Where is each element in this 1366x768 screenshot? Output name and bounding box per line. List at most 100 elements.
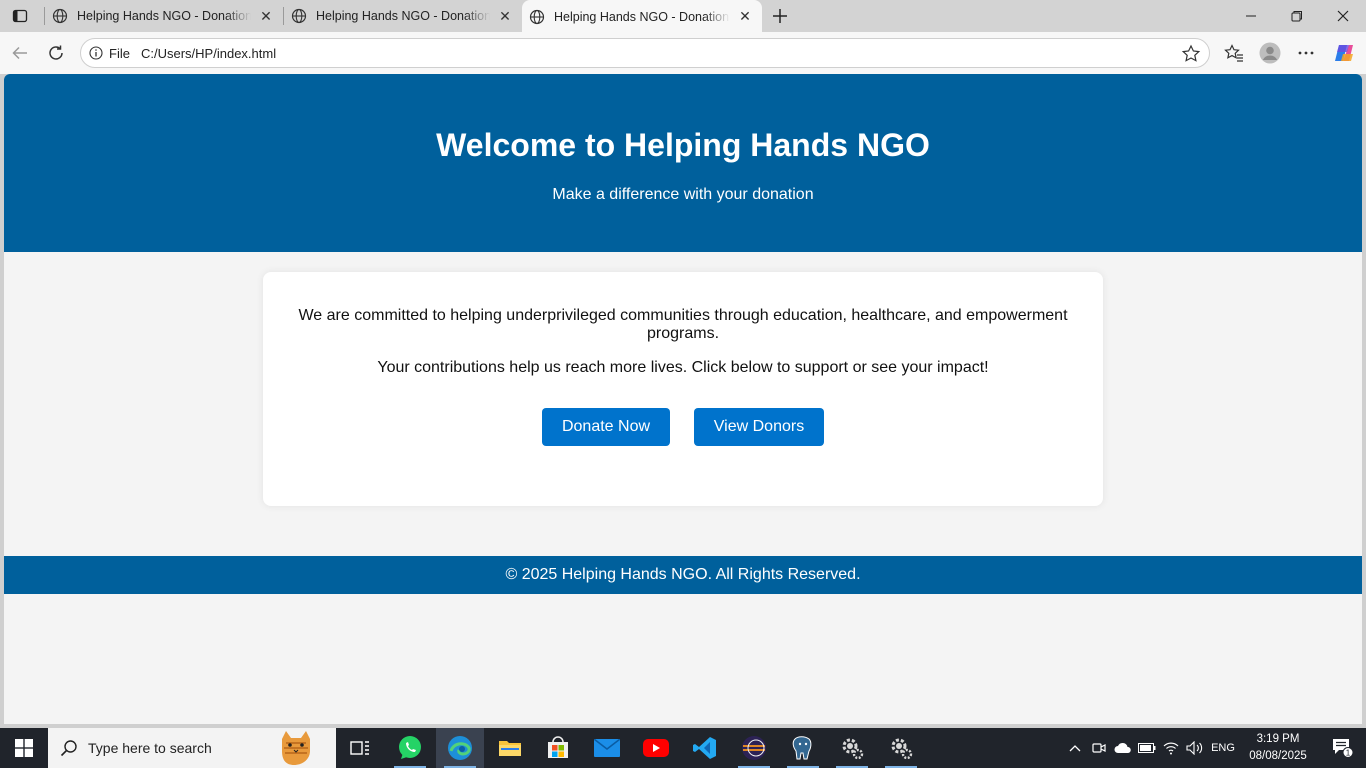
- search-placeholder: Type here to search: [88, 740, 212, 756]
- speaker-icon: [1186, 741, 1203, 755]
- site-header: Welcome to Helping Hands NGO Make a diff…: [4, 74, 1362, 252]
- tab-3-active[interactable]: Helping Hands NGO - Donation P ✕: [522, 0, 762, 33]
- vscode-icon: [693, 737, 716, 759]
- globe-icon: [291, 8, 307, 24]
- close-window-button[interactable]: [1320, 0, 1366, 32]
- notification-center-button[interactable]: 1: [1320, 728, 1366, 768]
- system-clock[interactable]: 3:19 PM 08/08/2025: [1240, 731, 1316, 765]
- windows-logo-icon: [15, 739, 33, 757]
- tab-actions-button[interactable]: [6, 4, 34, 28]
- whatsapp-taskbar-button[interactable]: [386, 728, 434, 768]
- mail-taskbar-button[interactable]: [583, 728, 631, 768]
- close-icon: [1337, 10, 1349, 22]
- scheme-label: File: [109, 46, 130, 61]
- vscode-taskbar-button[interactable]: [681, 728, 729, 768]
- taskbar-search-box[interactable]: Type here to search: [48, 728, 336, 768]
- volume-tray-button[interactable]: [1184, 728, 1206, 768]
- minimize-icon: [1246, 15, 1256, 17]
- plus-icon: [773, 9, 787, 23]
- notification-count: 1: [1346, 749, 1351, 758]
- microsoft-store-taskbar-button[interactable]: [534, 728, 582, 768]
- postgresql-elephant-icon: [792, 736, 812, 760]
- close-tab-icon[interactable]: ✕: [496, 7, 514, 25]
- url-text[interactable]: C:/Users/HP/index.html: [141, 46, 276, 61]
- avatar-icon: [1259, 42, 1281, 64]
- cta-paragraph: Your contributions help us reach more li…: [377, 359, 989, 376]
- minimize-button[interactable]: [1228, 0, 1274, 32]
- settings-more-button[interactable]: [1292, 39, 1320, 67]
- meet-now-tray-button[interactable]: [1088, 728, 1110, 768]
- task-view-button[interactable]: [336, 728, 384, 768]
- cloud-icon: [1114, 742, 1131, 753]
- folder-icon: [499, 741, 521, 756]
- mail-icon: [594, 739, 620, 757]
- gear-icon: [842, 738, 864, 760]
- globe-icon: [529, 9, 545, 24]
- tab-title: Helping Hands NGO - Donation P: [316, 9, 490, 23]
- edge-taskbar-button[interactable]: [436, 728, 484, 768]
- onedrive-tray-button[interactable]: [1112, 728, 1134, 768]
- gear-icon: [891, 738, 913, 760]
- eclipse-taskbar-button[interactable]: [730, 728, 778, 768]
- navigation-bar: File C:/Users/HP/index.html: [0, 32, 1366, 74]
- close-tab-icon[interactable]: ✕: [736, 8, 754, 26]
- tab-title: Helping Hands NGO - Donation P: [554, 9, 730, 24]
- globe-icon: [52, 8, 68, 24]
- favorites-button[interactable]: [1220, 39, 1248, 67]
- site-footer: © 2025 Helping Hands NGO. All Rights Res…: [4, 556, 1362, 594]
- tab-2[interactable]: Helping Hands NGO - Donation P ✕: [284, 0, 522, 32]
- task-view-icon: [350, 741, 369, 755]
- store-icon: [548, 736, 568, 758]
- settings-taskbar-button-1[interactable]: [828, 728, 876, 768]
- address-bar[interactable]: File C:/Users/HP/index.html: [80, 38, 1210, 68]
- page-viewport: Welcome to Helping Hands NGO Make a diff…: [4, 74, 1362, 724]
- refresh-button[interactable]: [42, 39, 70, 67]
- close-tab-icon[interactable]: ✕: [257, 7, 275, 25]
- wifi-icon: [1163, 742, 1179, 755]
- restore-button[interactable]: [1274, 0, 1320, 32]
- back-arrow-icon: [12, 46, 27, 60]
- battery-tray-button[interactable]: [1136, 728, 1158, 768]
- file-explorer-taskbar-button[interactable]: [486, 728, 534, 768]
- input-language-button[interactable]: ENG: [1208, 728, 1238, 768]
- show-hidden-icons-button[interactable]: [1064, 728, 1086, 768]
- taskbar: Type here to search ENG 3:19 PM 08/08/20…: [0, 728, 1366, 768]
- cat-illustration-icon: [282, 731, 310, 765]
- camera-icon: [1092, 743, 1106, 753]
- settings-taskbar-button-2[interactable]: [877, 728, 925, 768]
- youtube-icon: [643, 739, 669, 757]
- start-button[interactable]: [0, 728, 48, 768]
- network-tray-button[interactable]: [1160, 728, 1182, 768]
- tab-actions-icon: [12, 9, 28, 23]
- profile-button[interactable]: [1256, 39, 1284, 67]
- refresh-icon: [49, 45, 63, 60]
- tab-strip: Helping Hands NGO - Donation P ✕ Helping…: [0, 0, 1366, 33]
- view-donors-button[interactable]: View Donors: [694, 408, 824, 446]
- tab-1[interactable]: Helping Hands NGO - Donation P ✕: [45, 0, 283, 32]
- search-icon: [60, 740, 77, 757]
- clock-time: 3:19 PM: [1256, 733, 1300, 745]
- new-tab-button[interactable]: [768, 5, 792, 27]
- postgresql-taskbar-button[interactable]: [779, 728, 827, 768]
- info-icon[interactable]: [89, 46, 103, 60]
- page-subtitle: Make a difference with your donation: [552, 186, 814, 203]
- whatsapp-icon: [399, 736, 421, 759]
- youtube-taskbar-button[interactable]: [632, 728, 680, 768]
- favorites-icon: [1224, 44, 1243, 62]
- chevron-up-icon: [1069, 745, 1081, 752]
- eclipse-icon: [742, 736, 766, 760]
- restore-icon: [1291, 11, 1302, 22]
- page-title: Welcome to Helping Hands NGO: [436, 127, 930, 163]
- battery-icon: [1138, 743, 1156, 753]
- favorite-star-icon[interactable]: [1181, 44, 1201, 64]
- mission-card: We are committed to helping underprivile…: [263, 272, 1103, 506]
- back-button[interactable]: [6, 39, 34, 67]
- copilot-icon: [1335, 45, 1353, 61]
- copilot-button[interactable]: [1330, 39, 1358, 67]
- more-dots-icon: [1298, 51, 1314, 55]
- mission-paragraph: We are committed to helping underprivile…: [298, 307, 1068, 342]
- donate-now-button[interactable]: Donate Now: [542, 408, 670, 446]
- tab-title: Helping Hands NGO - Donation P: [77, 9, 251, 23]
- edge-icon: [448, 736, 472, 760]
- copyright-text: © 2025 Helping Hands NGO. All Rights Res…: [505, 566, 861, 583]
